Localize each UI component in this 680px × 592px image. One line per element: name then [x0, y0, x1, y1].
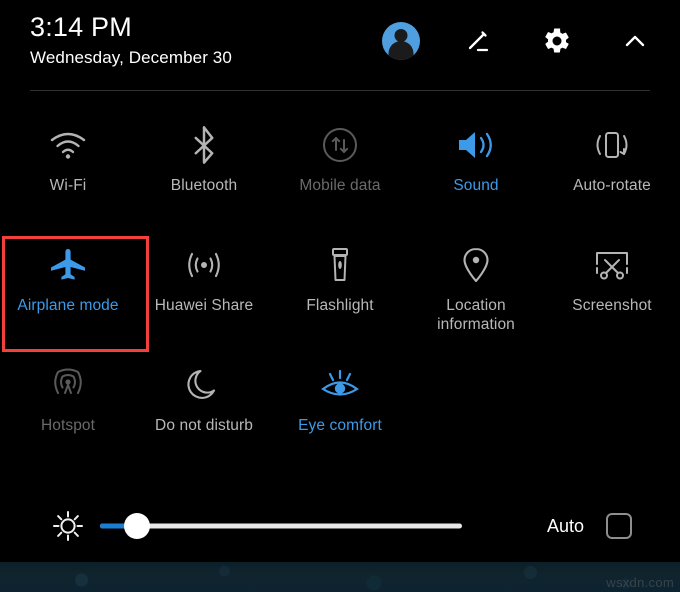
tile-label: Auto-rotate: [573, 177, 651, 194]
tile-location-information[interactable]: Location information: [408, 224, 544, 344]
tile-eye-comfort[interactable]: Eye comfort: [272, 344, 408, 464]
location-pin-icon: [460, 242, 492, 288]
mobile-data-icon: [320, 122, 360, 168]
clock-date: Wednesday, December 30: [30, 48, 232, 67]
bluetooth-icon: [187, 122, 221, 168]
tile-label: Mobile data: [299, 177, 381, 194]
tile-huawei-share[interactable]: Huawei Share: [136, 224, 272, 344]
user-avatar[interactable]: [382, 22, 420, 60]
header-icon-row: [382, 22, 654, 60]
edit-icon[interactable]: [460, 22, 498, 60]
wifi-icon: [48, 122, 88, 168]
tile-flashlight[interactable]: Flashlight: [272, 224, 408, 344]
moon-icon: [185, 362, 223, 408]
tile-bluetooth[interactable]: Bluetooth: [136, 104, 272, 224]
screenshot-icon: [591, 242, 633, 288]
quick-settings-screen: wsxdn.com 3:14 PM Wednesday, December 30: [0, 0, 680, 592]
huawei-share-icon: [182, 242, 226, 288]
tile-label: Hotspot: [40, 417, 96, 434]
slider-track: [100, 523, 462, 529]
tile-label: Location information: [437, 297, 515, 333]
tile-label: Flashlight: [306, 297, 374, 314]
watermark: wsxdn.com: [606, 575, 674, 590]
tile-airplane-mode[interactable]: Airplane mode: [0, 224, 136, 344]
auto-brightness-checkbox[interactable]: [606, 513, 632, 539]
tile-mobile-data[interactable]: Mobile data: [272, 104, 408, 224]
brightness-sun-icon: [40, 508, 96, 544]
quick-settings-panel: 3:14 PM Wednesday, December 30 Wi-Fi Blu…: [0, 0, 680, 562]
clock-block: 3:14 PM Wednesday, December 30: [30, 10, 232, 70]
tile-row: Wi-Fi Bluetooth Mobile data Sound Auto-r…: [0, 104, 680, 224]
tile-hotspot[interactable]: Hotspot: [0, 344, 136, 464]
auto-brightness-control[interactable]: Auto: [547, 513, 632, 539]
tile-label: Huawei Share: [154, 297, 254, 314]
quick-settings-grid: Wi-Fi Bluetooth Mobile data Sound Auto-r…: [0, 104, 680, 464]
panel-header: 3:14 PM Wednesday, December 30: [0, 0, 680, 91]
tile-row: Hotspot Do not disturb Eye comfort: [0, 344, 680, 464]
slider-thumb[interactable]: [124, 513, 150, 539]
tile-label: Wi-Fi: [49, 177, 87, 194]
wallpaper-strip: wsxdn.com: [0, 562, 680, 592]
tile-label: Bluetooth: [170, 177, 238, 194]
auto-brightness-label: Auto: [546, 515, 584, 536]
flashlight-icon: [325, 242, 355, 288]
clock-time: 3:14 PM: [30, 12, 132, 42]
tile-label: Sound: [453, 177, 499, 194]
tile-label: Airplane mode: [17, 297, 119, 314]
tile-sound[interactable]: Sound: [408, 104, 544, 224]
tile-row: Airplane mode Huawei Share Flashlight Lo…: [0, 224, 680, 344]
eye-comfort-icon: [318, 362, 362, 408]
tile-do-not-disturb[interactable]: Do not disturb: [136, 344, 272, 464]
avatar-body: [388, 41, 414, 60]
header-divider: [30, 90, 650, 91]
tile-auto-rotate[interactable]: Auto-rotate: [544, 104, 680, 224]
tile-label: Eye comfort: [298, 417, 382, 434]
tile-label: Screenshot: [572, 297, 652, 314]
avatar: [382, 22, 420, 60]
settings-gear-icon[interactable]: [538, 22, 576, 60]
airplane-icon: [47, 242, 89, 288]
brightness-row: Auto: [0, 498, 680, 554]
tile-label: Do not disturb: [155, 417, 253, 434]
sound-icon: [455, 122, 497, 168]
auto-rotate-icon: [591, 122, 633, 168]
tile-wifi[interactable]: Wi-Fi: [0, 104, 136, 224]
chevron-up-icon[interactable]: [616, 22, 654, 60]
hotspot-icon: [47, 362, 89, 408]
tile-screenshot[interactable]: Screenshot: [544, 224, 680, 344]
brightness-slider[interactable]: [100, 513, 462, 539]
